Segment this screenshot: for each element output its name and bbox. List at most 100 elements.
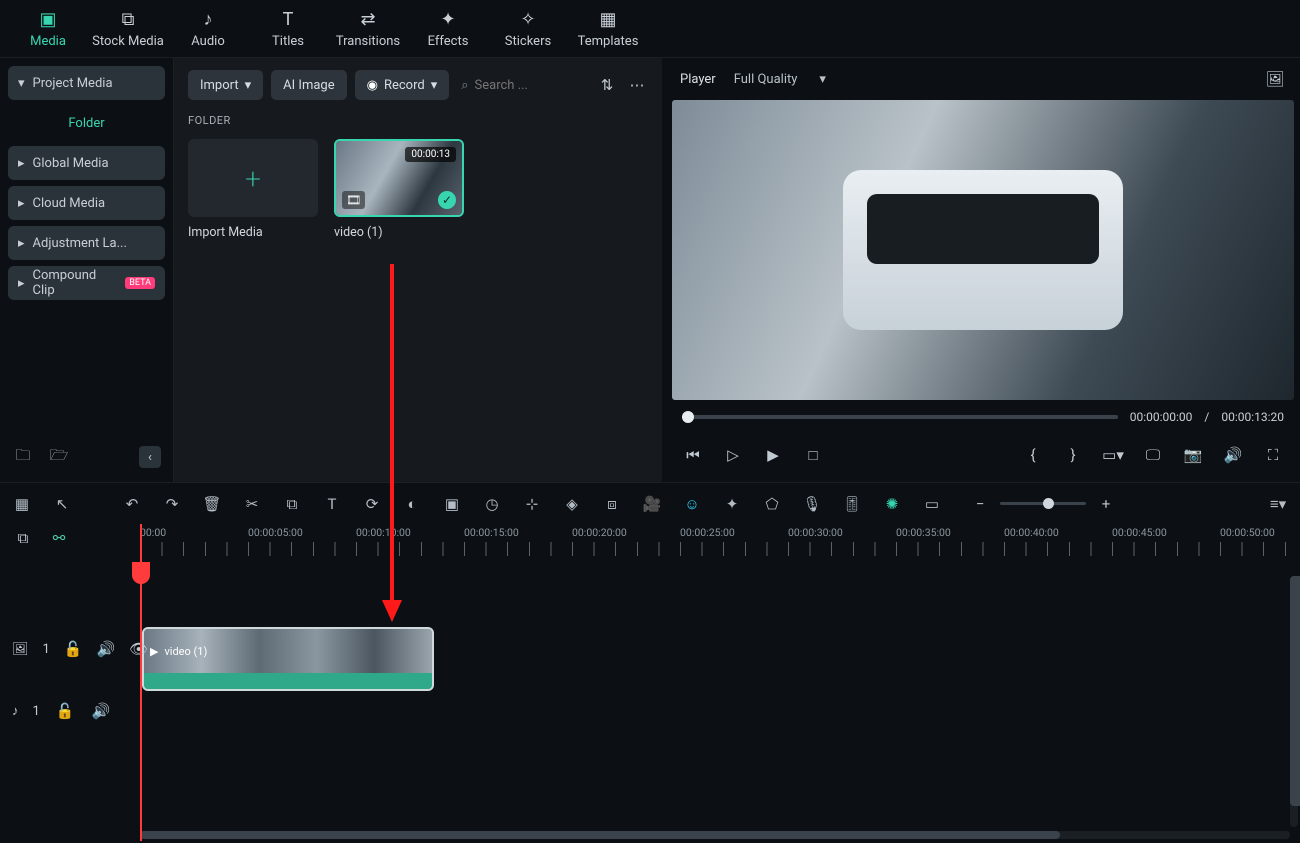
ruler-label: 00:00:50:00 bbox=[1220, 526, 1275, 539]
ruler-label: 00:00:05:00 bbox=[248, 526, 303, 539]
timeline-body[interactable]: 00:00 00:00:05:00 00:00:10:00 00:00:15:0… bbox=[140, 524, 1292, 841]
stop-button[interactable]: □ bbox=[802, 444, 824, 466]
tab-transitions[interactable]: ⇄Transitions bbox=[328, 3, 408, 55]
quality-dropdown[interactable]: Full Quality▾ bbox=[734, 72, 826, 87]
import-media-tile[interactable]: + Import Media bbox=[188, 139, 318, 240]
sparkle-button[interactable]: ✦ bbox=[722, 494, 742, 514]
zoom-control: − + bbox=[970, 494, 1116, 514]
mark-in-button[interactable]: { bbox=[1022, 444, 1044, 466]
playhead[interactable] bbox=[140, 524, 142, 841]
new-bin-icon[interactable]: 🗁 bbox=[48, 446, 70, 468]
seek-bar[interactable] bbox=[682, 415, 1118, 419]
cursor-icon[interactable]: ↖ bbox=[52, 494, 72, 514]
import-button[interactable]: Import▾ bbox=[188, 70, 263, 100]
tab-audio[interactable]: ♪Audio bbox=[168, 3, 248, 55]
ai-button[interactable]: ☺ bbox=[682, 494, 702, 514]
fit-button[interactable]: ⊹ bbox=[522, 494, 542, 514]
seek-knob[interactable] bbox=[682, 411, 694, 423]
chevron-right-icon: ▸ bbox=[18, 196, 25, 211]
clock-button[interactable]: ◷ bbox=[482, 494, 502, 514]
timeline-vscrollbar[interactable] bbox=[1290, 576, 1298, 827]
visibility-icon[interactable]: 👁 bbox=[129, 638, 148, 660]
snapshot-browser-icon[interactable]: 🖼 bbox=[1264, 68, 1286, 90]
mixer-button[interactable]: 🎚 bbox=[842, 494, 862, 514]
split-button[interactable]: ✂ bbox=[242, 494, 262, 514]
record-button[interactable]: ◉Record▾ bbox=[355, 70, 450, 100]
tab-effects[interactable]: ✦Effects bbox=[408, 3, 488, 55]
play-forward-button[interactable]: ▷ bbox=[722, 444, 744, 466]
play-button[interactable]: ▶ bbox=[762, 444, 784, 466]
group-button[interactable]: ⧈ bbox=[602, 494, 622, 514]
mic-button[interactable]: 🎙 bbox=[802, 494, 822, 514]
more-icon[interactable]: ⋯ bbox=[626, 74, 648, 96]
text-button[interactable]: T bbox=[322, 494, 342, 514]
undo-button[interactable]: ↶ bbox=[122, 494, 142, 514]
link-icon[interactable]: ⚯ bbox=[48, 527, 70, 549]
snapshot-button[interactable]: 📷 bbox=[1182, 444, 1204, 466]
sidebar-bottom: 🗀 🗁 ‹ bbox=[8, 440, 165, 474]
transform-button[interactable]: ▣ bbox=[442, 494, 462, 514]
video-track-row[interactable]: ▶ video (1) bbox=[140, 624, 1292, 694]
tag-button[interactable]: ◈ bbox=[562, 494, 582, 514]
render-button[interactable]: ✺ bbox=[882, 494, 902, 514]
frame-button[interactable]: ▭ bbox=[922, 494, 942, 514]
delete-button[interactable]: 🗑 bbox=[202, 494, 222, 514]
mark-out-button[interactable]: } bbox=[1062, 444, 1084, 466]
tab-titles[interactable]: TTitles bbox=[248, 3, 328, 55]
crop-button[interactable]: ⧉ bbox=[282, 494, 302, 514]
timeline-hscrollbar[interactable] bbox=[140, 831, 1290, 839]
lock-icon[interactable]: 🔓 bbox=[64, 638, 83, 660]
tab-templates[interactable]: ▦Templates bbox=[568, 3, 648, 55]
collapse-sidebar-button[interactable]: ‹ bbox=[139, 446, 161, 468]
sidebar-compound-clip[interactable]: ▸ Compound Clip BETA bbox=[8, 266, 165, 300]
mute-icon[interactable]: 🔊 bbox=[97, 638, 116, 660]
fullscreen-button[interactable]: ⛶ bbox=[1262, 444, 1284, 466]
folder-heading: FOLDER bbox=[188, 114, 648, 127]
tab-media[interactable]: ▣Media bbox=[8, 3, 88, 55]
new-folder-icon[interactable]: 🗀 bbox=[12, 446, 34, 468]
mute-icon[interactable]: 🔊 bbox=[90, 700, 112, 722]
timeline-view-button[interactable]: ≡▾ bbox=[1268, 494, 1288, 514]
crop-ratio-button[interactable]: ▭▾ bbox=[1102, 444, 1124, 466]
zoom-knob[interactable] bbox=[1043, 498, 1054, 509]
color-button[interactable]: ◐ bbox=[402, 494, 422, 514]
prev-frame-button[interactable]: ⏮ bbox=[682, 444, 704, 466]
search-input[interactable] bbox=[475, 78, 555, 93]
top-tabs: ▣Media ⧉Stock Media ♪Audio TTitles ⇄Tran… bbox=[0, 0, 1300, 58]
tab-stock-media[interactable]: ⧉Stock Media bbox=[88, 3, 168, 55]
sidebar-project-media[interactable]: ▾ Project Media bbox=[8, 66, 165, 100]
sidebar-label: Global Media bbox=[33, 156, 109, 171]
time-ruler[interactable]: 00:00 00:00:05:00 00:00:10:00 00:00:15:0… bbox=[140, 524, 1292, 562]
sidebar-global-media[interactable]: ▸ Global Media bbox=[8, 146, 165, 180]
speed-ramp-button[interactable]: ⟳ bbox=[362, 494, 382, 514]
lock-icon[interactable]: 🔓 bbox=[54, 700, 76, 722]
preview-viewport[interactable] bbox=[672, 100, 1294, 400]
player-title: Player bbox=[680, 72, 716, 87]
camera-button[interactable]: 🎥 bbox=[642, 494, 662, 514]
hscroll-thumb[interactable] bbox=[140, 831, 1060, 839]
filter-icon[interactable]: ⇅ bbox=[596, 74, 618, 96]
display-toggle-button[interactable]: 🖵 bbox=[1142, 444, 1164, 466]
thumb-preview: 00:00:13 🎞 ✓ bbox=[334, 139, 464, 217]
ruler-label: 00:00:10:00 bbox=[356, 526, 411, 539]
sidebar-adjustment-layer[interactable]: ▸ Adjustment La... bbox=[8, 226, 165, 260]
media-icon: ▣ bbox=[39, 9, 56, 30]
ai-image-button[interactable]: AI Image bbox=[271, 70, 346, 100]
duplicate-icon[interactable]: ⧉ bbox=[12, 527, 34, 549]
timeline-toolbar: ▦ ↖ ↶ ↷ 🗑 ✂ ⧉ T ⟳ ◐ ▣ ◷ ⊹ ◈ ⧈ 🎥 ☺ ✦ ⬠ 🎙 … bbox=[0, 482, 1300, 524]
thumb-caption: video (1) bbox=[334, 225, 464, 240]
tab-stickers[interactable]: ✧Stickers bbox=[488, 3, 568, 55]
sidebar-folder[interactable]: Folder bbox=[8, 106, 165, 140]
volume-button[interactable]: 🔊 bbox=[1222, 444, 1244, 466]
sidebar-cloud-media[interactable]: ▸ Cloud Media bbox=[8, 186, 165, 220]
zoom-slider[interactable] bbox=[1000, 502, 1086, 505]
zoom-out-button[interactable]: − bbox=[970, 494, 990, 514]
playhead-knob[interactable] bbox=[132, 562, 150, 584]
vscroll-thumb[interactable] bbox=[1290, 576, 1300, 806]
layout-icon[interactable]: ▦ bbox=[12, 494, 32, 514]
marker-button[interactable]: ⬠ bbox=[762, 494, 782, 514]
redo-button[interactable]: ↷ bbox=[162, 494, 182, 514]
timeline-clip-video1[interactable]: ▶ video (1) bbox=[142, 627, 434, 691]
media-thumb-video1[interactable]: 00:00:13 🎞 ✓ video (1) bbox=[334, 139, 464, 240]
zoom-in-button[interactable]: + bbox=[1096, 494, 1116, 514]
